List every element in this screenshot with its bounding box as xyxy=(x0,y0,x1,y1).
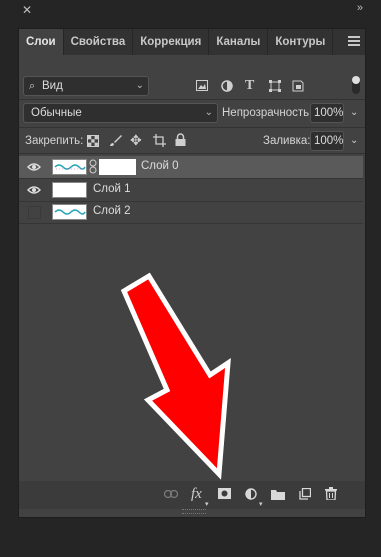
red-arrow-annotation xyxy=(120,272,231,480)
